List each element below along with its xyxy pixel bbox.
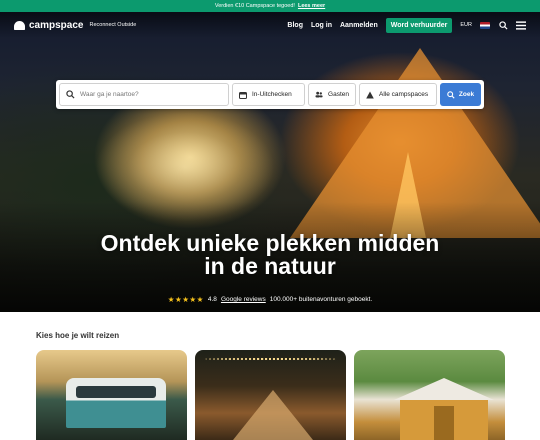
search-icon [66, 90, 75, 99]
tent-image [233, 390, 313, 440]
tent-icon [366, 91, 374, 98]
become-host-button[interactable]: Word verhuurder [385, 17, 453, 33]
nav-link-login[interactable]: Log in [311, 22, 332, 29]
currency-selector[interactable]: EUR [460, 22, 472, 28]
nav-link-blog[interactable]: Blog [287, 22, 303, 29]
travel-card-cabin[interactable] [354, 350, 505, 440]
travel-section-title: Kies hoe je wilt reizen [36, 331, 120, 340]
guests-icon [315, 91, 323, 98]
search-bar: In-Uitchecken Gasten Alle campspaces Zoe… [56, 80, 484, 109]
nav-link-signup[interactable]: Aanmelden [340, 22, 378, 29]
dates-label: In-Uitchecken [252, 91, 292, 98]
yurt-roof [394, 378, 494, 400]
nav-actions: Blog Log in Aanmelden Word verhuurder EU… [287, 17, 526, 33]
destination-input[interactable] [80, 91, 220, 98]
search-icon[interactable] [498, 20, 508, 30]
search-button-label: Zoek [458, 91, 475, 98]
travel-card-campervan[interactable] [36, 350, 187, 440]
guests-picker[interactable]: Gasten [308, 83, 356, 106]
yurt-image [394, 378, 494, 440]
dates-picker[interactable]: In-Uitchecken [232, 83, 305, 106]
destination-field[interactable] [59, 83, 229, 106]
string-lights-image [205, 358, 336, 360]
rating-strip: ★★★★★ 4.8 Google reviews 100.000+ buiten… [0, 295, 540, 304]
campspace-logo-icon [14, 20, 25, 30]
travel-card-tent[interactable] [195, 350, 346, 440]
campervan-window [76, 386, 156, 398]
top-nav: campspace Reconnect Outside Blog Log in … [0, 12, 540, 38]
hero-section: campspace Reconnect Outside Blog Log in … [0, 12, 540, 312]
brand-logo[interactable]: campspace [14, 20, 83, 31]
google-reviews-link[interactable]: Google reviews [221, 296, 266, 303]
promo-text: Verdien €10 Campspace tegoed! [214, 3, 295, 9]
brand-tagline: Reconnect Outside [89, 22, 137, 28]
search-submit-button[interactable]: Zoek [440, 83, 481, 106]
hero-headline: Ontdek unieke plekken midden in de natuu… [0, 232, 540, 278]
campspace-type-picker[interactable]: Alle campspaces [359, 83, 437, 106]
hero-headline-line1: Ontdek unieke plekken midden [100, 230, 440, 256]
search-icon [447, 90, 455, 99]
rating-value: 4.8 [207, 296, 217, 303]
hero-headline-line2: in de natuur [204, 253, 336, 279]
rating-stars-icon: ★★★★★ [167, 295, 204, 304]
promo-link[interactable]: Lees meer [298, 3, 325, 9]
yurt-door [434, 406, 454, 440]
promo-bar: Verdien €10 Campspace tegoed! Lees meer [0, 0, 540, 12]
campspace-type-label: Alle campspaces [379, 91, 429, 98]
brand-name: campspace [29, 19, 84, 31]
bookings-count: 100.000+ buitenavonturen geboekt. [269, 296, 373, 303]
menu-icon[interactable] [516, 20, 526, 30]
calendar-icon [239, 91, 247, 99]
guests-label: Gasten [328, 91, 349, 98]
travel-cards [36, 350, 505, 440]
netherlands-flag-icon[interactable] [480, 21, 490, 29]
